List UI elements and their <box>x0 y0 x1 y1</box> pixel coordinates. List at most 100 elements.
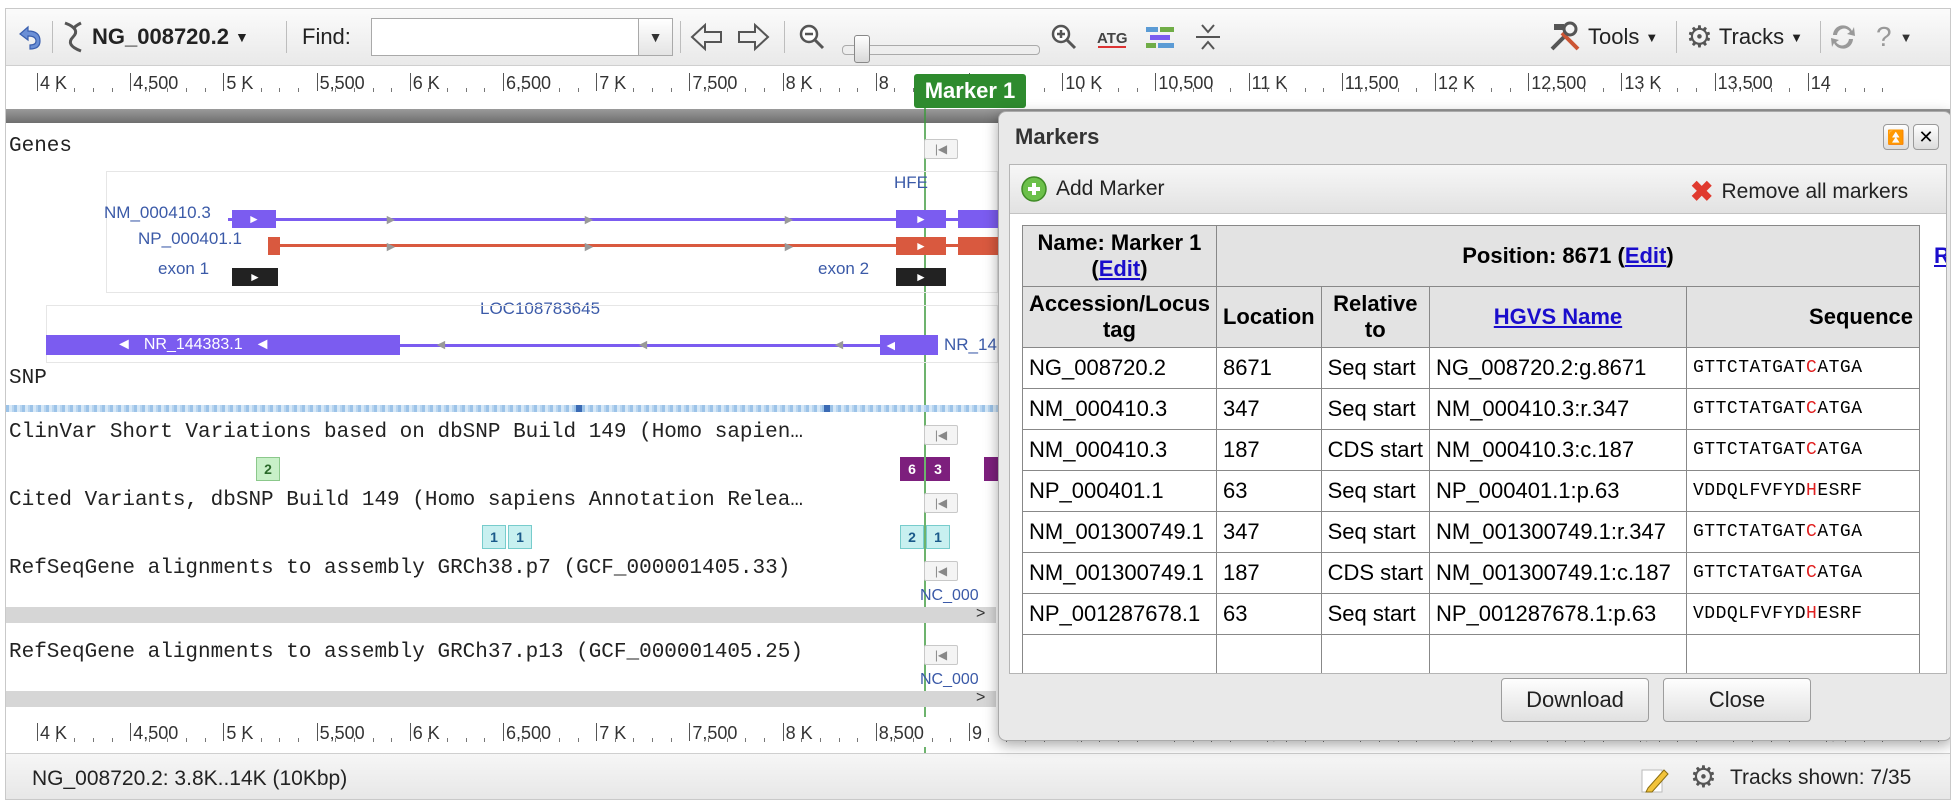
tracks-menu[interactable]: ⚙ Tracks ▼ <box>1686 9 1803 65</box>
ruler-minor-tick <box>465 738 467 742</box>
back-icon[interactable] <box>14 9 44 65</box>
transcript-intron <box>228 218 996 221</box>
find-input[interactable] <box>371 18 639 56</box>
ruler-minor-tick <box>55 738 57 742</box>
alignment-bar[interactable] <box>6 691 996 707</box>
ruler-minor-tick <box>242 738 244 742</box>
protein-exon[interactable] <box>958 237 998 255</box>
ruler-minor-tick <box>801 88 803 92</box>
gear-icon[interactable]: ⚙ <box>1690 760 1717 795</box>
ruler-minor-tick <box>372 88 374 92</box>
ruler-minor-tick <box>1453 88 1455 92</box>
transcript-label: NM_000410.3 <box>104 203 211 222</box>
cited-variant-box[interactable]: 1 <box>482 525 506 549</box>
remove-all-markers-button[interactable]: ✖ Remove all markers <box>1690 175 1908 208</box>
close-button[interactable]: Close <box>1663 678 1811 722</box>
marker-extra-link[interactable]: R <box>1934 243 1946 269</box>
protein-exon[interactable] <box>268 237 280 255</box>
clinvar-variant-box[interactable]: 6 <box>900 457 924 481</box>
help-icon: ? <box>1876 21 1892 52</box>
chevron-down-icon: ▼ <box>235 29 249 45</box>
hgvs-cell: NM_001300749.1:c.187 <box>1428 552 1687 594</box>
zoom-slider-handle[interactable] <box>854 35 870 63</box>
edit-name-link[interactable]: Edit <box>1099 256 1141 281</box>
ruler-minor-tick <box>447 738 449 742</box>
ruler-tick-label: 5 K <box>223 73 254 93</box>
marker-location-row: NP_000401.1 63 Seq start NP_000401.1:p.63 VD… <box>1022 470 1920 512</box>
ruler-minor-tick <box>1118 88 1120 92</box>
tracks-label: Tracks <box>1718 24 1785 49</box>
hgvs-cell: NM_000410.3:r.347 <box>1428 388 1687 430</box>
ruler-minor-tick <box>1099 88 1101 92</box>
noncoding-exon[interactable]: ◄ <box>880 335 938 355</box>
alignment-bar[interactable] <box>6 607 996 623</box>
track-scroll-button[interactable]: |◀ <box>924 645 958 665</box>
alignment-view-icon[interactable] <box>1144 9 1176 65</box>
marker-flag[interactable]: Marker 1 <box>914 74 1026 108</box>
collapse-dialog-button[interactable]: ⏫ <box>1883 124 1909 150</box>
exon-feature[interactable]: ► <box>896 268 946 286</box>
clinvar-variant-box[interactable]: 3 <box>926 457 950 481</box>
download-button[interactable]: Download <box>1501 678 1649 722</box>
clinvar-variant-box[interactable] <box>984 457 998 481</box>
gear-icon: ⚙ <box>1686 20 1713 54</box>
transcript-exon[interactable]: ► <box>896 210 946 228</box>
ruler-minor-tick <box>92 738 94 742</box>
pan-right-icon[interactable] <box>736 9 770 65</box>
ruler-minor-tick <box>857 738 859 742</box>
ruler-minor-tick <box>670 738 672 742</box>
edit-pencil-icon[interactable] <box>1640 764 1670 799</box>
close-dialog-button[interactable]: ✕ <box>1913 124 1939 150</box>
exon-feature[interactable]: ► <box>232 268 278 286</box>
clinvar-variant-box[interactable]: 2 <box>256 457 280 481</box>
refresh-icon[interactable] <box>1828 9 1858 65</box>
track-scroll-button[interactable]: |◀ <box>924 561 958 581</box>
sequence-selector[interactable]: NG_008720.2 ▼ <box>60 9 249 65</box>
marker-position-cell: Position: 8671 (Edit) R <box>1215 225 1946 287</box>
tools-menu[interactable]: Tools ▼ <box>1548 9 1658 65</box>
ruler-minor-tick <box>167 88 169 92</box>
noncoding-exon[interactable]: ◄ NR_144383.1 ◄ <box>46 335 400 355</box>
pan-left-icon[interactable] <box>690 9 724 65</box>
ruler-minor-tick <box>670 88 672 92</box>
zoom-slider[interactable] <box>842 45 1040 55</box>
ruler-minor-tick <box>1789 88 1791 92</box>
sequence-name: NG_008720.2 <box>92 24 229 49</box>
ruler-tick-label: 12 K <box>1434 73 1476 93</box>
ruler-minor-tick <box>633 738 635 742</box>
zoom-in-icon[interactable] <box>1050 9 1078 65</box>
direction-arrow-icon: ◄ <box>636 336 650 352</box>
ruler-minor-tick <box>1379 88 1381 92</box>
ruler-minor-tick <box>931 738 933 742</box>
add-marker-button[interactable]: Add Marker <box>1020 175 1165 203</box>
collapse-tracks-icon[interactable] <box>1194 9 1222 65</box>
ruler-minor-tick <box>297 88 299 92</box>
cited-variant-box[interactable]: 1 <box>508 525 532 549</box>
find-dropdown-button[interactable]: ▼ <box>639 18 673 56</box>
ruler-minor-tick <box>577 88 579 92</box>
sequence-text-icon[interactable]: ATG <box>1096 9 1128 65</box>
track-scroll-button[interactable]: |◀ <box>924 493 958 513</box>
sequence-prefix: VDDQLFVFYD <box>1692 604 1807 624</box>
ruler-minor-tick <box>614 88 616 92</box>
cited-variant-box[interactable]: 2 <box>900 525 924 549</box>
ruler-minor-tick <box>1304 88 1306 92</box>
relative-cell: Seq start <box>1320 347 1430 389</box>
track-scroll-button[interactable]: |◀ <box>924 139 958 159</box>
ruler-minor-tick <box>1640 88 1642 92</box>
ruler-tick-label: 5,500 <box>316 723 365 743</box>
chevron-down-icon: ▼ <box>1645 29 1659 45</box>
cited-variant-box[interactable]: 1 <box>926 525 950 549</box>
edit-position-link[interactable]: Edit <box>1625 243 1667 268</box>
ruler-minor-tick <box>1677 88 1679 92</box>
transcript-exon[interactable] <box>958 210 998 228</box>
markers-table-container[interactable]: Name: Marker 1 (Edit) Position: 8671 (Edi… <box>1022 225 1946 673</box>
location-cell: 63 <box>1215 593 1322 635</box>
protein-exon[interactable]: ► <box>896 237 946 255</box>
zoom-out-icon[interactable] <box>798 9 826 65</box>
track-scroll-button[interactable]: |◀ <box>924 425 958 445</box>
ruler-minor-tick <box>428 738 430 742</box>
transcript-exon[interactable]: ► <box>232 210 276 228</box>
marker-location-row: NP_001287678.1 63 Seq start NP_001287678.1:… <box>1022 593 1920 635</box>
help-menu[interactable]: ? ▼ <box>1876 9 1912 65</box>
